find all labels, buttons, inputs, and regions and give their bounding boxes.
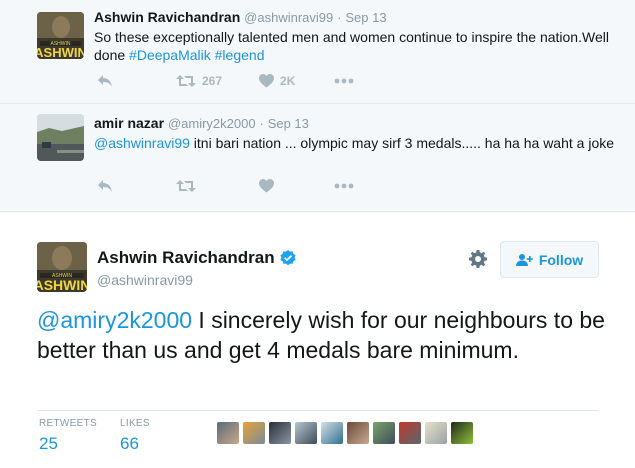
author-handle[interactable]: @amiry2k2000 [168,116,256,131]
author-handle[interactable]: @ashwinravi99 [97,272,193,288]
tweet-text-body: itni bari nation ... olympic may sirf 3 … [189,135,615,151]
heart-icon [259,74,274,88]
tweet-stats: RETWEETS 25 LIKES 66 [37,410,599,456]
liker-avatar[interactable] [243,422,265,444]
retweets-stat[interactable]: RETWEETS 25 [39,418,97,454]
retweets-count: 25 [39,434,58,453]
retweet-icon [176,180,196,192]
mention-link[interactable]: @amiry2k2000 [37,307,192,333]
retweet-icon [176,75,196,87]
likes-label: LIKES [120,418,150,429]
settings-button[interactable] [469,250,487,273]
mention-link[interactable]: @ashwinravi99 [94,135,190,151]
liker-avatar[interactable] [451,422,473,444]
retweet-count: 267 [202,74,223,88]
avatar[interactable]: ASHWIN ASHWIN [37,242,87,292]
verified-icon [280,250,296,266]
likers-avatars [217,422,477,444]
tweet-text: @ashwinravi99 itni bari nation ... olymp… [94,134,614,152]
author-name[interactable]: Ashwin Ravichandran [94,9,240,25]
like-count: 2K [280,74,296,88]
tweet-time[interactable]: Sep 13 [268,116,309,131]
more-button[interactable] [334,177,354,195]
thread-tweet[interactable]: ASHWIN ASHWIN Ashwin Ravichandran @ashwi… [0,0,635,104]
retweet-button[interactable]: 267 [176,72,222,90]
gear-icon [469,250,487,268]
tweet-time[interactable]: Sep 13 [345,10,386,25]
avatar[interactable]: ASHWIN ASHWIN [37,12,84,59]
likes-stat[interactable]: LIKES 66 [120,418,150,454]
hashtag-link[interactable]: #DeepaMalik #legend [129,47,264,63]
likes-count: 66 [120,434,139,453]
liker-avatar[interactable] [269,422,291,444]
liker-avatar[interactable] [217,422,239,444]
separator-dot: · [259,116,264,131]
reply-icon [98,180,112,192]
tweet-header: Ashwin Ravichandran @ashwinravi99 · Sep … [94,9,387,25]
follow-button[interactable]: Follow [500,241,599,278]
tweet-text: So these exceptionally talented men and … [94,28,614,64]
author-name[interactable]: amir nazar [94,115,164,131]
liker-avatar[interactable] [399,422,421,444]
conversation-thread: ASHWIN ASHWIN Ashwin Ravichandran @ashwi… [0,0,635,210]
author-name-row[interactable]: Ashwin Ravichandran [97,248,296,268]
like-button[interactable]: 2K [259,72,295,90]
svg-text:ASHWIN: ASHWIN [37,277,87,292]
reply-icon [98,75,112,87]
author-handle[interactable]: @ashwinravi99 [244,10,333,25]
liker-avatar[interactable] [425,422,447,444]
reply-button[interactable] [97,72,113,90]
like-button[interactable] [259,177,274,195]
follow-person-icon [515,253,533,266]
thread-tweet[interactable]: amir nazar @amiry2k2000 · Sep 13 @ashwin… [0,105,635,210]
avatar[interactable] [37,114,84,161]
permalink-tweet: ASHWIN ASHWIN Ashwin Ravichandran @ashwi… [0,211,635,468]
svg-text:ASHWIN: ASHWIN [37,45,84,59]
reply-button[interactable] [97,177,113,195]
more-icon [334,78,354,84]
retweet-button[interactable] [176,177,196,195]
liker-avatar[interactable] [373,422,395,444]
author-name[interactable]: Ashwin Ravichandran [97,248,275,268]
more-button[interactable] [334,72,354,90]
heart-icon [259,179,274,193]
separator-dot: · [337,10,342,25]
follow-label: Follow [538,251,584,268]
retweets-label: RETWEETS [39,418,97,429]
more-icon [334,183,354,189]
liker-avatar[interactable] [295,422,317,444]
tweet-header: amir nazar @amiry2k2000 · Sep 13 [94,115,309,131]
liker-avatar[interactable] [347,422,369,444]
liker-avatar[interactable] [321,422,343,444]
tweet-text: @amiry2k2000 I sincerely wish for our ne… [37,305,607,365]
